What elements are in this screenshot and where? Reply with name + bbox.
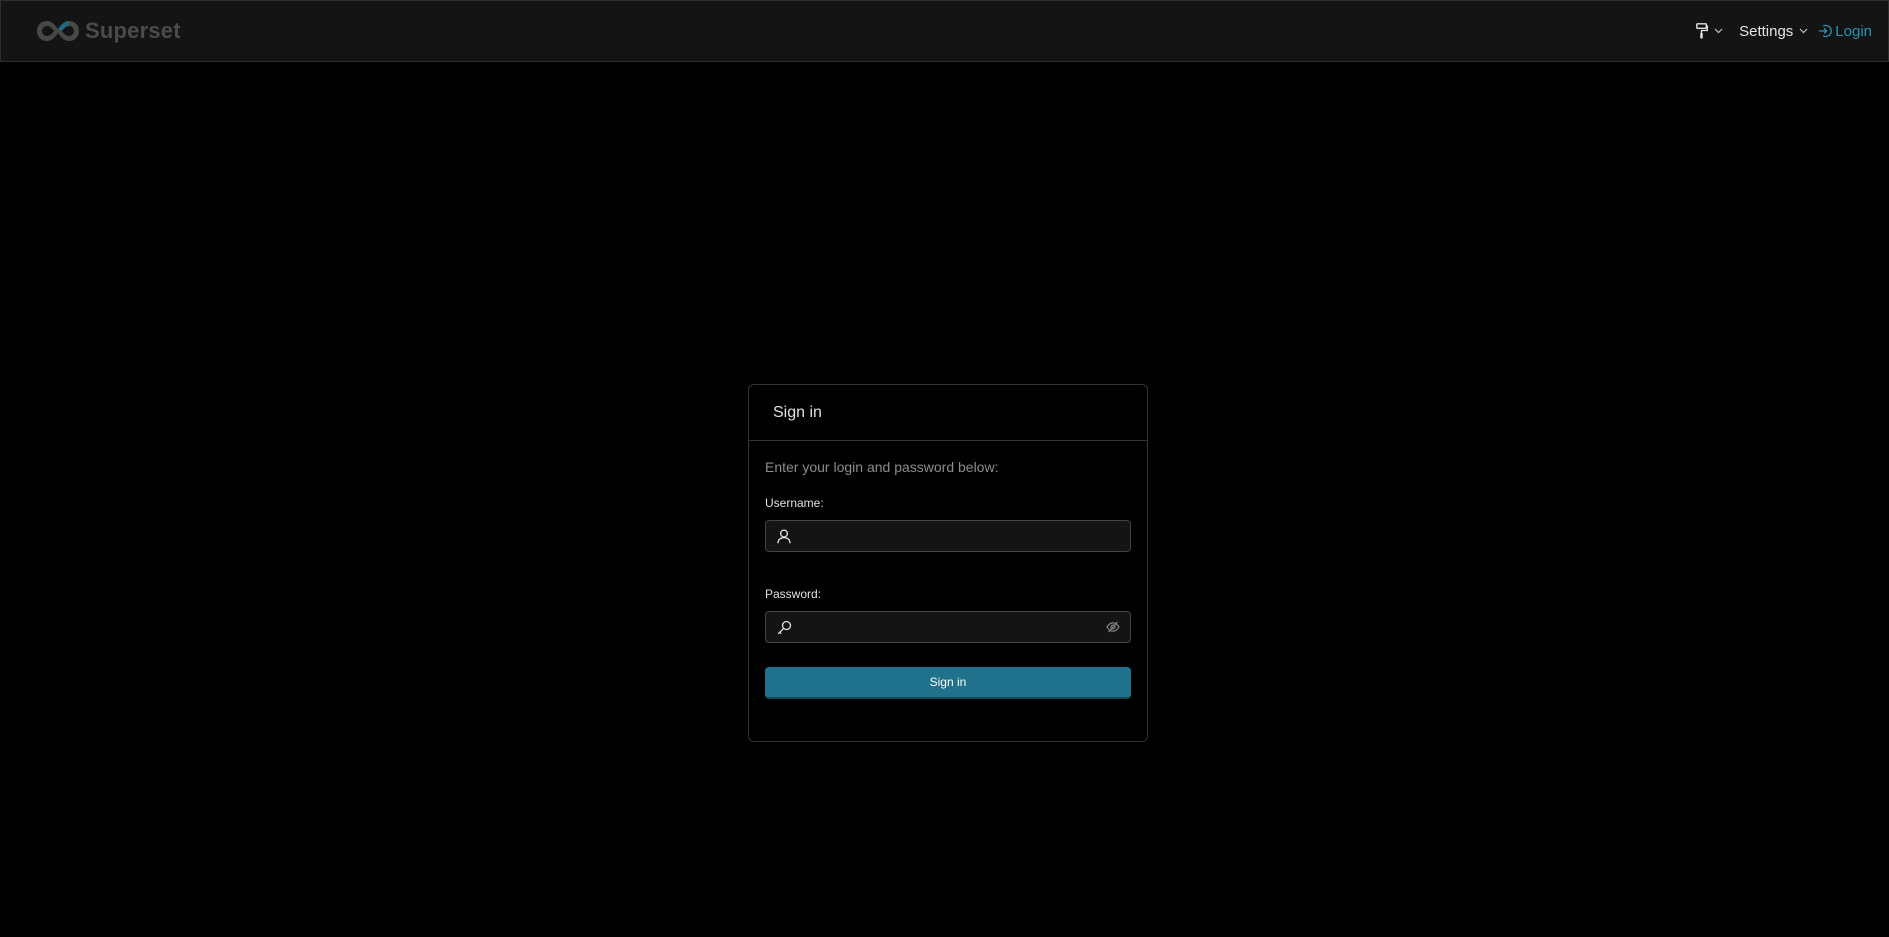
login-card-header: Sign in	[749, 385, 1147, 441]
superset-logo-icon	[37, 21, 79, 41]
eye-invisible-icon[interactable]	[1106, 621, 1120, 633]
password-field[interactable]	[765, 611, 1131, 643]
top-navbar: Superset Settings Login	[0, 0, 1889, 62]
paint-roller-icon	[1696, 23, 1709, 39]
password-input[interactable]	[792, 612, 1106, 642]
key-icon	[777, 620, 792, 634]
login-card: Sign in Enter your login and password be…	[748, 384, 1148, 742]
password-label: Password:	[765, 587, 822, 601]
login-card-title: Sign in	[773, 403, 822, 421]
username-field[interactable]	[765, 520, 1131, 552]
login-icon	[1819, 24, 1833, 38]
chevron-down-icon	[1714, 28, 1723, 34]
login-label: Login	[1835, 22, 1872, 40]
brand-logo[interactable]: Superset	[35, 18, 181, 44]
login-instructions: Enter your login and password below:	[765, 459, 999, 475]
sign-in-button[interactable]: Sign in	[765, 667, 1131, 699]
login-link[interactable]: Login	[1818, 1, 1872, 61]
theme-menu[interactable]	[1696, 1, 1723, 61]
settings-label: Settings	[1739, 22, 1794, 40]
login-card-body: Enter your login and password below: Use…	[749, 441, 1147, 699]
username-input[interactable]	[791, 521, 1120, 551]
chevron-down-icon	[1799, 28, 1808, 34]
brand-name: Superset	[85, 18, 181, 43]
navbar-right-menu: Settings Login	[1696, 1, 1872, 61]
username-label: Username:	[765, 496, 824, 510]
user-icon	[777, 528, 791, 543]
settings-menu[interactable]: Settings	[1739, 1, 1808, 61]
